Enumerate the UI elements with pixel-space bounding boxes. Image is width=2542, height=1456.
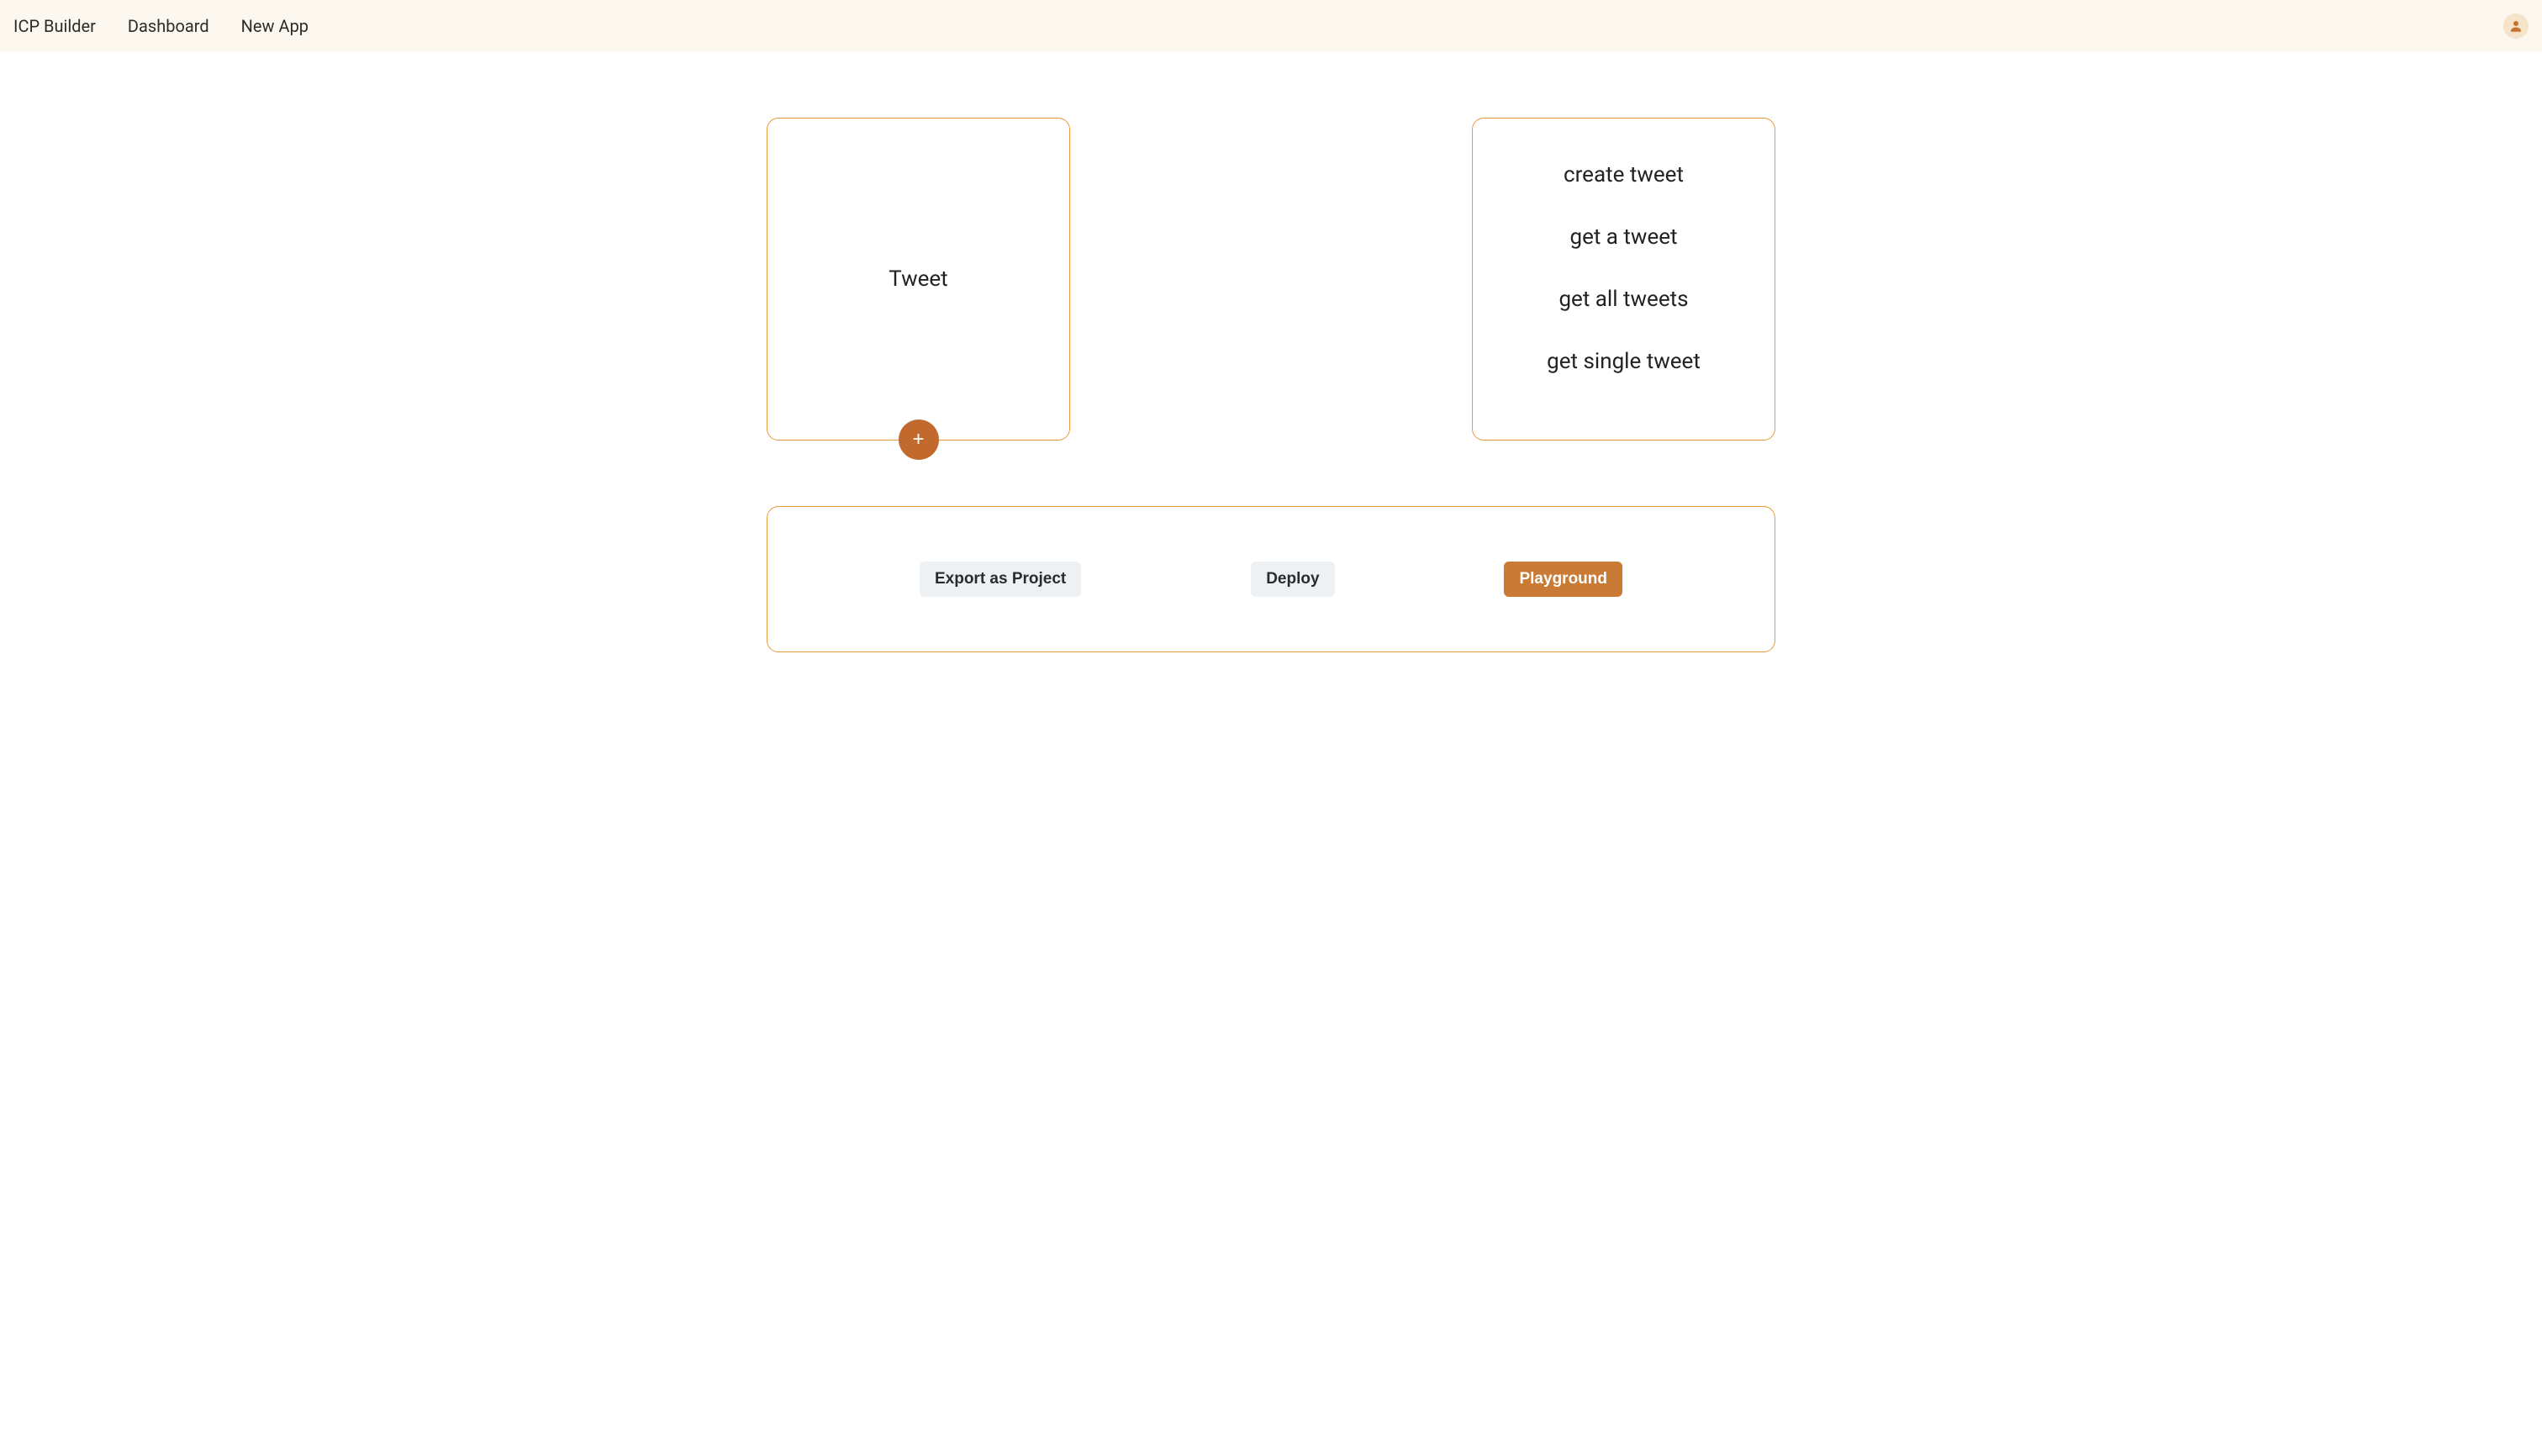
method-get-single-tweet[interactable]: get single tweet: [1547, 349, 1701, 374]
playground-button[interactable]: Playground: [1504, 562, 1622, 597]
entity-name: Tweet: [889, 266, 947, 292]
entity-card[interactable]: Tweet +: [767, 118, 1070, 440]
cards-row: Tweet + create tweet get a tweet get all…: [767, 118, 1775, 440]
user-icon: [2508, 18, 2524, 34]
main-content: Tweet + create tweet get a tweet get all…: [713, 52, 1829, 703]
plus-icon: +: [912, 428, 924, 451]
app-title: ICP Builder: [13, 16, 96, 36]
method-create-tweet[interactable]: create tweet: [1564, 162, 1684, 187]
export-button[interactable]: Export as Project: [920, 562, 1081, 597]
topbar-left: ICP Builder Dashboard New App: [13, 16, 309, 36]
nav-new-app[interactable]: New App: [241, 16, 309, 36]
methods-card: create tweet get a tweet get all tweets …: [1472, 118, 1775, 440]
deploy-button[interactable]: Deploy: [1251, 562, 1334, 597]
avatar[interactable]: [2503, 13, 2529, 39]
method-get-a-tweet[interactable]: get a tweet: [1569, 224, 1677, 250]
add-entity-button[interactable]: +: [899, 419, 939, 460]
nav-dashboard[interactable]: Dashboard: [128, 16, 209, 36]
topbar: ICP Builder Dashboard New App: [0, 0, 2542, 52]
method-get-all-tweets[interactable]: get all tweets: [1558, 287, 1688, 312]
actions-panel: Export as Project Deploy Playground: [767, 506, 1775, 652]
